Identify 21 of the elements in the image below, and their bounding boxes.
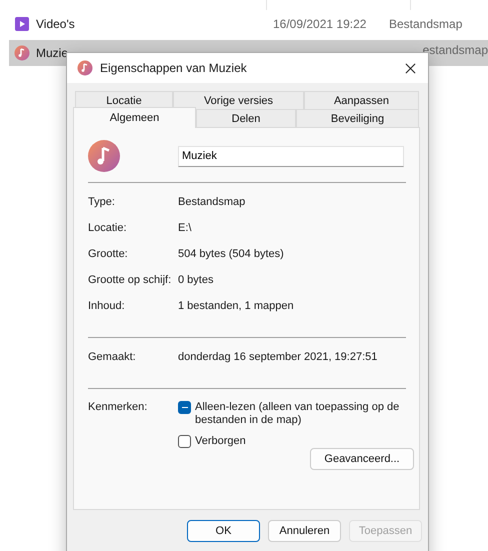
dialog-title: Eigenschappen van Muziek — [100, 61, 248, 75]
property-value: Bestandsmap — [178, 196, 246, 208]
property-label: Type: — [88, 196, 116, 208]
file-type: Bestandsmap — [389, 16, 462, 30]
property-label: Kenmerken: — [88, 401, 148, 415]
property-label: Locatie: — [88, 222, 128, 234]
file-date: 16/09/2021 19:22 — [273, 16, 366, 30]
checkbox-label: Alleen-lezen (alleen van toepassing op de bestanden in de map) — [195, 401, 400, 427]
file-name: Video's — [36, 16, 75, 30]
property-label: Grootte: — [88, 248, 129, 260]
property-value: E:\ — [178, 222, 192, 234]
property-label: Grootte op schijf: — [88, 274, 172, 286]
property-value: donderdag 16 september 2021, 19:27:51 — [178, 351, 378, 363]
property-label: Inhoud: — [88, 300, 126, 312]
file-type: estandsmap — [422, 43, 488, 57]
file-name: Muzie — [36, 46, 68, 60]
property-value: 504 bytes (504 bytes) — [178, 248, 284, 260]
property-label: Gemaakt: — [88, 351, 137, 363]
property-value: 1 bestanden, 1 mappen — [178, 300, 294, 312]
property-value: 0 bytes — [178, 274, 214, 286]
checkbox-label: Verborgen — [195, 435, 247, 448]
